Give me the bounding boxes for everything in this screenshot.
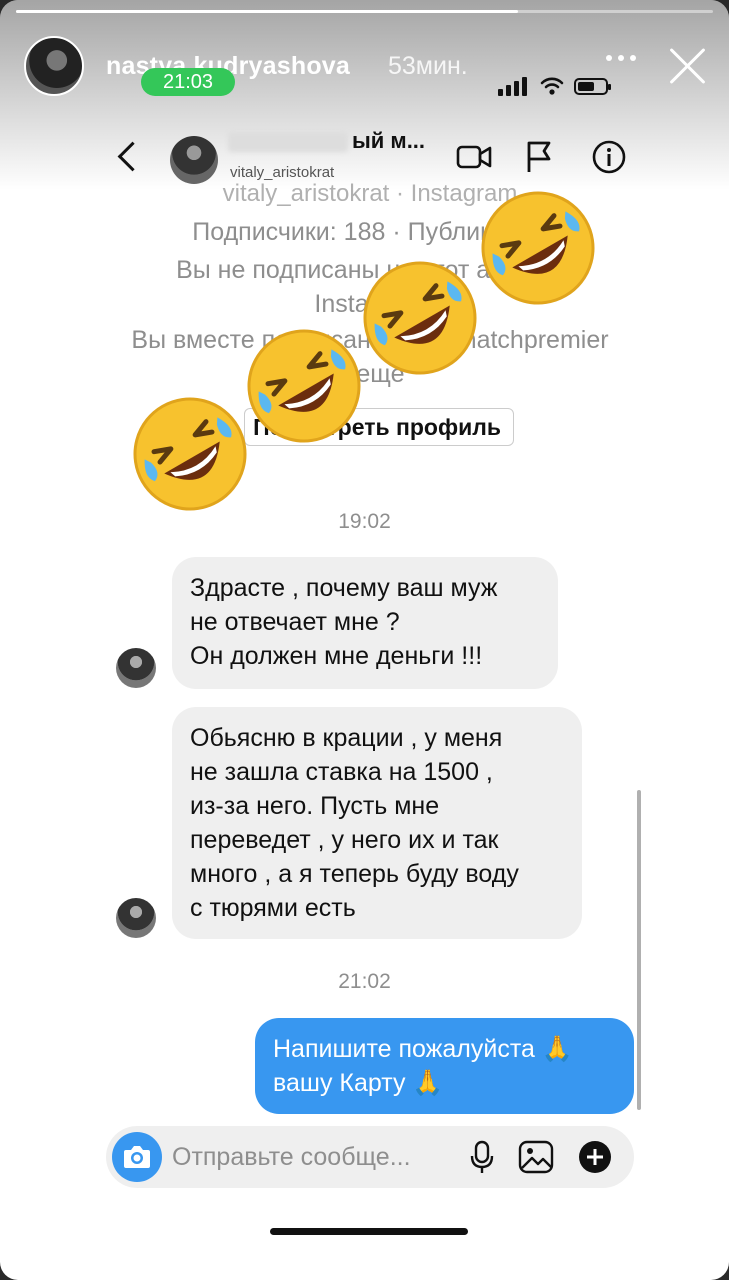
chat-title[interactable]: ый м...	[228, 128, 425, 154]
microphone-icon[interactable]	[468, 1140, 496, 1174]
add-icon[interactable]	[578, 1140, 612, 1174]
message-line: Обьясню в крации , у меня	[190, 724, 503, 752]
back-icon[interactable]	[110, 136, 146, 176]
home-indicator[interactable]	[270, 1228, 468, 1235]
status-clock: 21:03	[141, 68, 235, 96]
message-line: вашу Карту 🙏	[273, 1069, 444, 1097]
message-line: не зашла ставка на 1500 ,	[190, 758, 493, 786]
story-time-ago: 53мин.	[388, 52, 468, 80]
sender-avatar[interactable]	[116, 898, 156, 938]
rofl-emoji-icon	[133, 397, 247, 511]
battery-icon	[574, 78, 611, 95]
gallery-icon[interactable]	[518, 1140, 554, 1174]
camera-icon[interactable]	[112, 1132, 162, 1182]
incoming-message[interactable]: Обьясню в крации , у меня не зашла ставк…	[172, 707, 582, 939]
video-call-icon[interactable]	[456, 140, 492, 174]
rofl-emoji-icon	[247, 329, 361, 443]
message-input[interactable]	[172, 1140, 444, 1174]
story-progress-fill	[16, 10, 518, 13]
rofl-emoji-icon	[363, 261, 477, 375]
message-line: Здрасте , почему ваш муж	[190, 574, 498, 602]
rofl-emoji-icon	[481, 191, 595, 305]
message-line: переведет , у него их и так	[190, 826, 499, 854]
info-icon[interactable]	[592, 140, 626, 174]
message-line: с тюрями есть	[190, 894, 356, 922]
sender-avatar[interactable]	[116, 648, 156, 688]
chat-subtitle: vitaly_aristokrat	[230, 164, 335, 181]
story-avatar[interactable]	[24, 36, 84, 96]
message-timestamp: 21:02	[338, 970, 391, 993]
message-line: много , а я теперь буду воду	[190, 860, 519, 888]
incoming-message[interactable]: Здрасте , почему ваш муж не отвечает мне…	[172, 557, 558, 689]
message-line: из-за него. Пусть мне	[190, 792, 440, 820]
close-icon[interactable]	[666, 44, 710, 88]
chat-avatar[interactable]	[170, 136, 218, 184]
status-icons	[498, 74, 611, 98]
message-line: Напишите пожалуйста 🙏	[273, 1035, 573, 1063]
outgoing-message[interactable]: Напишите пожалуйста 🙏 вашу Карту 🙏	[255, 1018, 634, 1114]
more-options-icon[interactable]	[606, 48, 642, 68]
wifi-icon	[540, 77, 564, 95]
message-line: не отвечает мне ?	[190, 608, 400, 636]
flag-icon[interactable]	[524, 140, 554, 174]
story-frame: nastya.kudryashova 53мин. 21:03 ый м... …	[0, 0, 729, 1280]
message-composer	[106, 1126, 634, 1188]
message-timestamp: 19:02	[338, 510, 391, 533]
scrollbar[interactable]	[637, 790, 641, 1110]
signal-icon	[498, 77, 527, 96]
message-line: Он должен мне деньги !!!	[190, 642, 483, 670]
story-progress-bar	[16, 10, 713, 13]
